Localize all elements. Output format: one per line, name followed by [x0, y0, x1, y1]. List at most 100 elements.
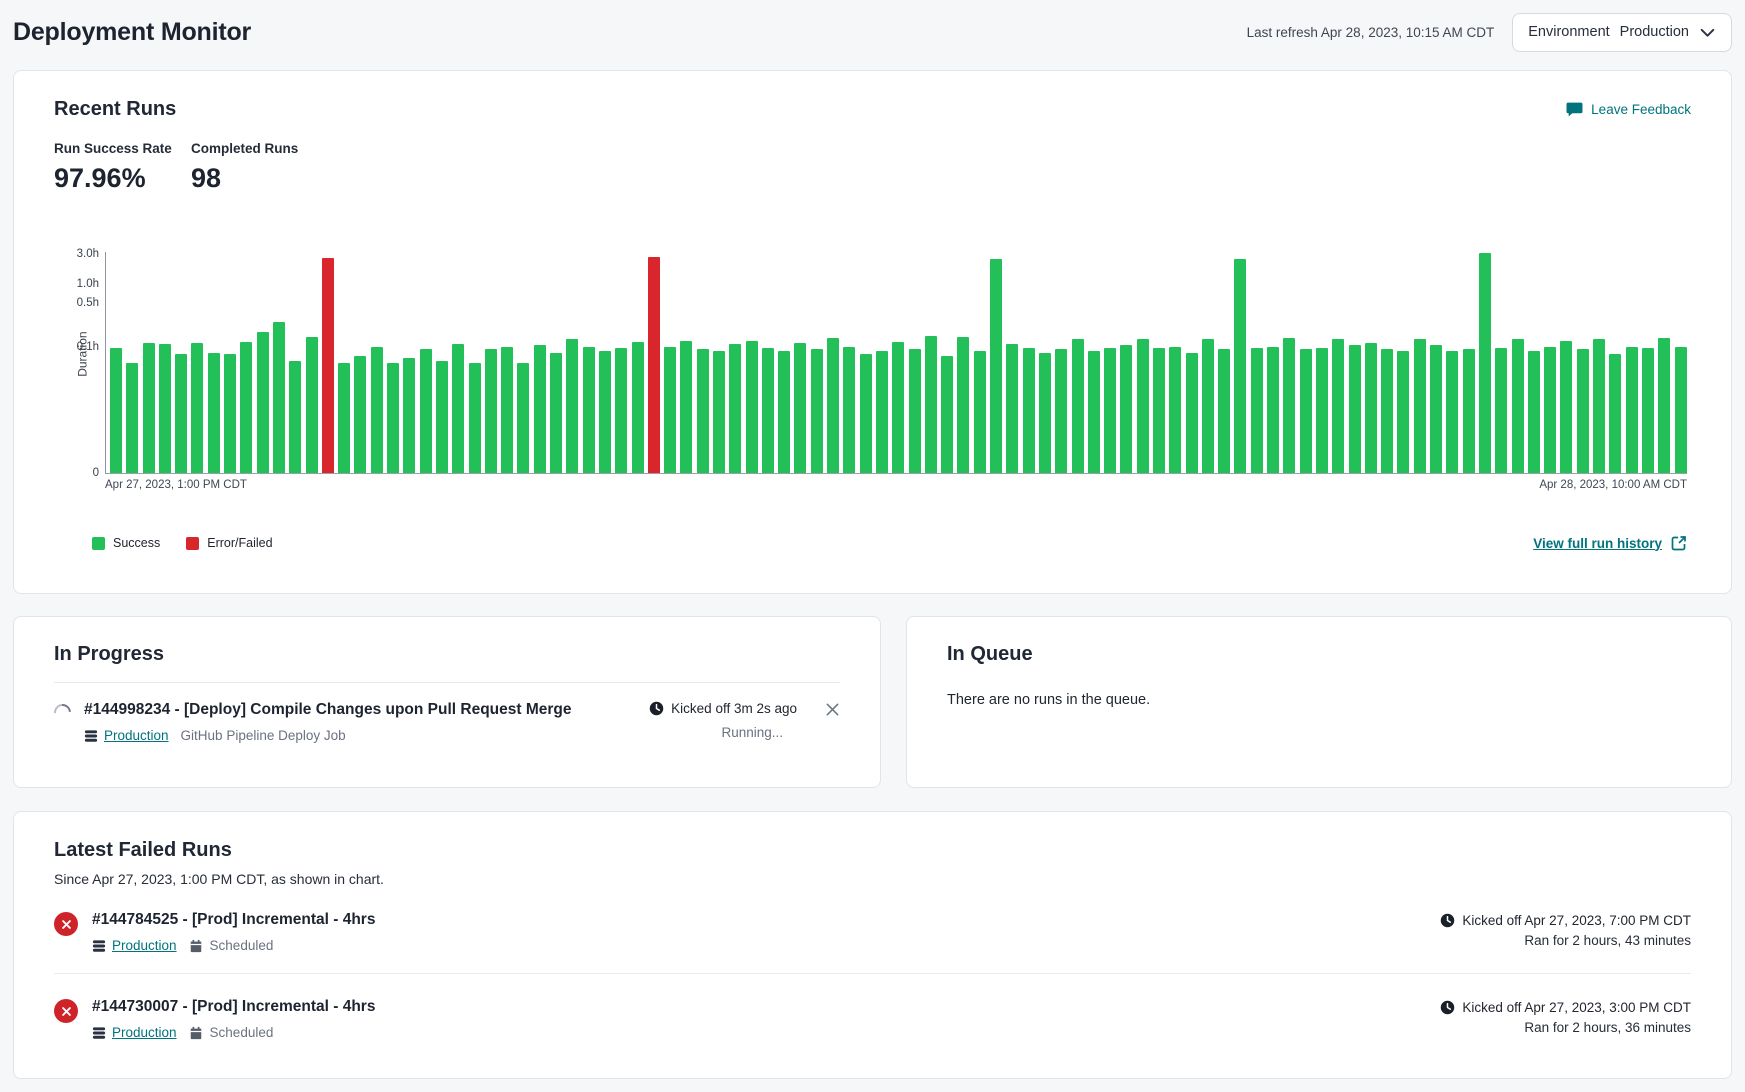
chart-bar-success[interactable] — [273, 322, 285, 473]
chart-bar-success[interactable] — [126, 363, 138, 473]
chart-bar-success[interactable] — [762, 348, 774, 473]
chart-bar-success[interactable] — [1365, 343, 1377, 473]
chart-bar-success[interactable] — [1446, 351, 1458, 473]
chart-bar-success[interactable] — [240, 342, 252, 473]
chart-bar-success[interactable] — [1381, 349, 1393, 473]
chart-bar-success[interactable] — [1528, 351, 1540, 473]
dismiss-run-button[interactable] — [825, 702, 840, 720]
chart-bar-success[interactable] — [1544, 347, 1556, 473]
chart-bar-success[interactable] — [1104, 348, 1116, 473]
chart-bar-success[interactable] — [1512, 339, 1524, 473]
chart-bar-success[interactable] — [159, 344, 171, 473]
chart-bar-success[interactable] — [517, 363, 529, 473]
chart-bar-success[interactable] — [257, 332, 269, 473]
chart-bar-success[interactable] — [909, 349, 921, 473]
chart-bar-success[interactable] — [1316, 348, 1328, 473]
chart-bar-success[interactable] — [338, 363, 350, 473]
chart-bar-success[interactable] — [208, 353, 220, 473]
chart-bar-success[interactable] — [534, 345, 546, 473]
chart-bar-success[interactable] — [1675, 347, 1687, 473]
chart-bar-success[interactable] — [941, 356, 953, 473]
chart-bar-success[interactable] — [1642, 348, 1654, 473]
chart-bar-success[interactable] — [110, 348, 122, 473]
chart-bar-success[interactable] — [957, 337, 969, 473]
chart-bar-success[interactable] — [1039, 353, 1051, 473]
chart-bar-success[interactable] — [1430, 345, 1442, 473]
chart-bar-success[interactable] — [843, 347, 855, 473]
chart-bar-success[interactable] — [354, 356, 366, 473]
chart-bar-success[interactable] — [664, 347, 676, 473]
chart-bar-success[interactable] — [974, 351, 986, 473]
chart-bar-failed[interactable] — [648, 257, 660, 473]
chart-bar-success[interactable] — [892, 342, 904, 473]
chart-bar-success[interactable] — [990, 259, 1002, 473]
chart-bar-success[interactable] — [1414, 339, 1426, 473]
chart-bar-success[interactable] — [306, 337, 318, 473]
chart-bar-success[interactable] — [1283, 338, 1295, 473]
environment-link[interactable]: Production — [92, 938, 177, 953]
chart-bar-success[interactable] — [1626, 347, 1638, 473]
chart-bar-success[interactable] — [1137, 339, 1149, 473]
chart-bar-success[interactable] — [925, 336, 937, 473]
chart-bar-success[interactable] — [143, 343, 155, 473]
chart-bar-success[interactable] — [224, 354, 236, 473]
chart-bar-success[interactable] — [811, 349, 823, 473]
chart-bar-success[interactable] — [697, 349, 709, 473]
chart-bar-success[interactable] — [191, 343, 203, 473]
chart-bar-success[interactable] — [1560, 341, 1572, 474]
chart-bar-success[interactable] — [1609, 354, 1621, 473]
chart-bar-success[interactable] — [1479, 253, 1491, 473]
chart-bar-success[interactable] — [1397, 351, 1409, 473]
chart-bar-success[interactable] — [1658, 338, 1670, 473]
chart-bar-success[interactable] — [501, 347, 513, 473]
chart-bar-success[interactable] — [680, 341, 692, 474]
chart-bar-success[interactable] — [403, 358, 415, 473]
chart-bar-success[interactable] — [436, 361, 448, 474]
chart-bar-success[interactable] — [175, 354, 187, 473]
chart-bar-success[interactable] — [1153, 348, 1165, 473]
environment-link[interactable]: Production — [92, 1025, 177, 1040]
chart-bar-success[interactable] — [452, 344, 464, 473]
chart-bar-success[interactable] — [1267, 347, 1279, 473]
chart-bar-success[interactable] — [550, 353, 562, 473]
chart-bar-success[interactable] — [1023, 348, 1035, 473]
chart-bar-success[interactable] — [860, 354, 872, 473]
chart-bar-success[interactable] — [1234, 259, 1246, 473]
chart-bar-success[interactable] — [1120, 345, 1132, 473]
chart-bar-success[interactable] — [632, 342, 644, 473]
chart-bar-success[interactable] — [1300, 349, 1312, 473]
chart-bar-success[interactable] — [1218, 349, 1230, 473]
chart-bar-success[interactable] — [599, 351, 611, 473]
chart-bar-success[interactable] — [469, 363, 481, 473]
chart-bar-success[interactable] — [1006, 344, 1018, 473]
chart-bar-success[interactable] — [1186, 353, 1198, 473]
view-full-run-history-link[interactable]: View full run history — [1533, 535, 1687, 551]
chart-bar-success[interactable] — [387, 363, 399, 473]
chart-bar-success[interactable] — [1088, 351, 1100, 473]
chart-bar-success[interactable] — [746, 341, 758, 474]
environment-dropdown[interactable]: Environment Production — [1512, 13, 1732, 52]
chart-bar-success[interactable] — [1349, 345, 1361, 473]
chart-bar-success[interactable] — [289, 361, 301, 474]
chart-bar-success[interactable] — [485, 349, 497, 473]
chart-bar-success[interactable] — [1072, 339, 1084, 473]
chart-bar-success[interactable] — [794, 343, 806, 473]
chart-bar-success[interactable] — [583, 347, 595, 473]
chart-bar-success[interactable] — [713, 351, 725, 473]
chart-bar-success[interactable] — [876, 351, 888, 473]
chart-bar-failed[interactable] — [322, 258, 334, 473]
chart-bar-success[interactable] — [1577, 349, 1589, 473]
chart-bar-success[interactable] — [1593, 339, 1605, 473]
chart-bar-success[interactable] — [1055, 349, 1067, 473]
chart-bar-success[interactable] — [615, 348, 627, 473]
chart-bar-success[interactable] — [1463, 349, 1475, 473]
chart-bar-success[interactable] — [1202, 339, 1214, 473]
chart-bar-success[interactable] — [729, 344, 741, 473]
environment-link[interactable]: Production — [84, 728, 169, 743]
chart-bar-success[interactable] — [778, 351, 790, 473]
chart-bar-success[interactable] — [1251, 348, 1263, 473]
chart-bar-success[interactable] — [371, 347, 383, 473]
chart-bar-success[interactable] — [566, 339, 578, 473]
chart-bar-success[interactable] — [420, 349, 432, 473]
chart-bar-success[interactable] — [1495, 348, 1507, 473]
